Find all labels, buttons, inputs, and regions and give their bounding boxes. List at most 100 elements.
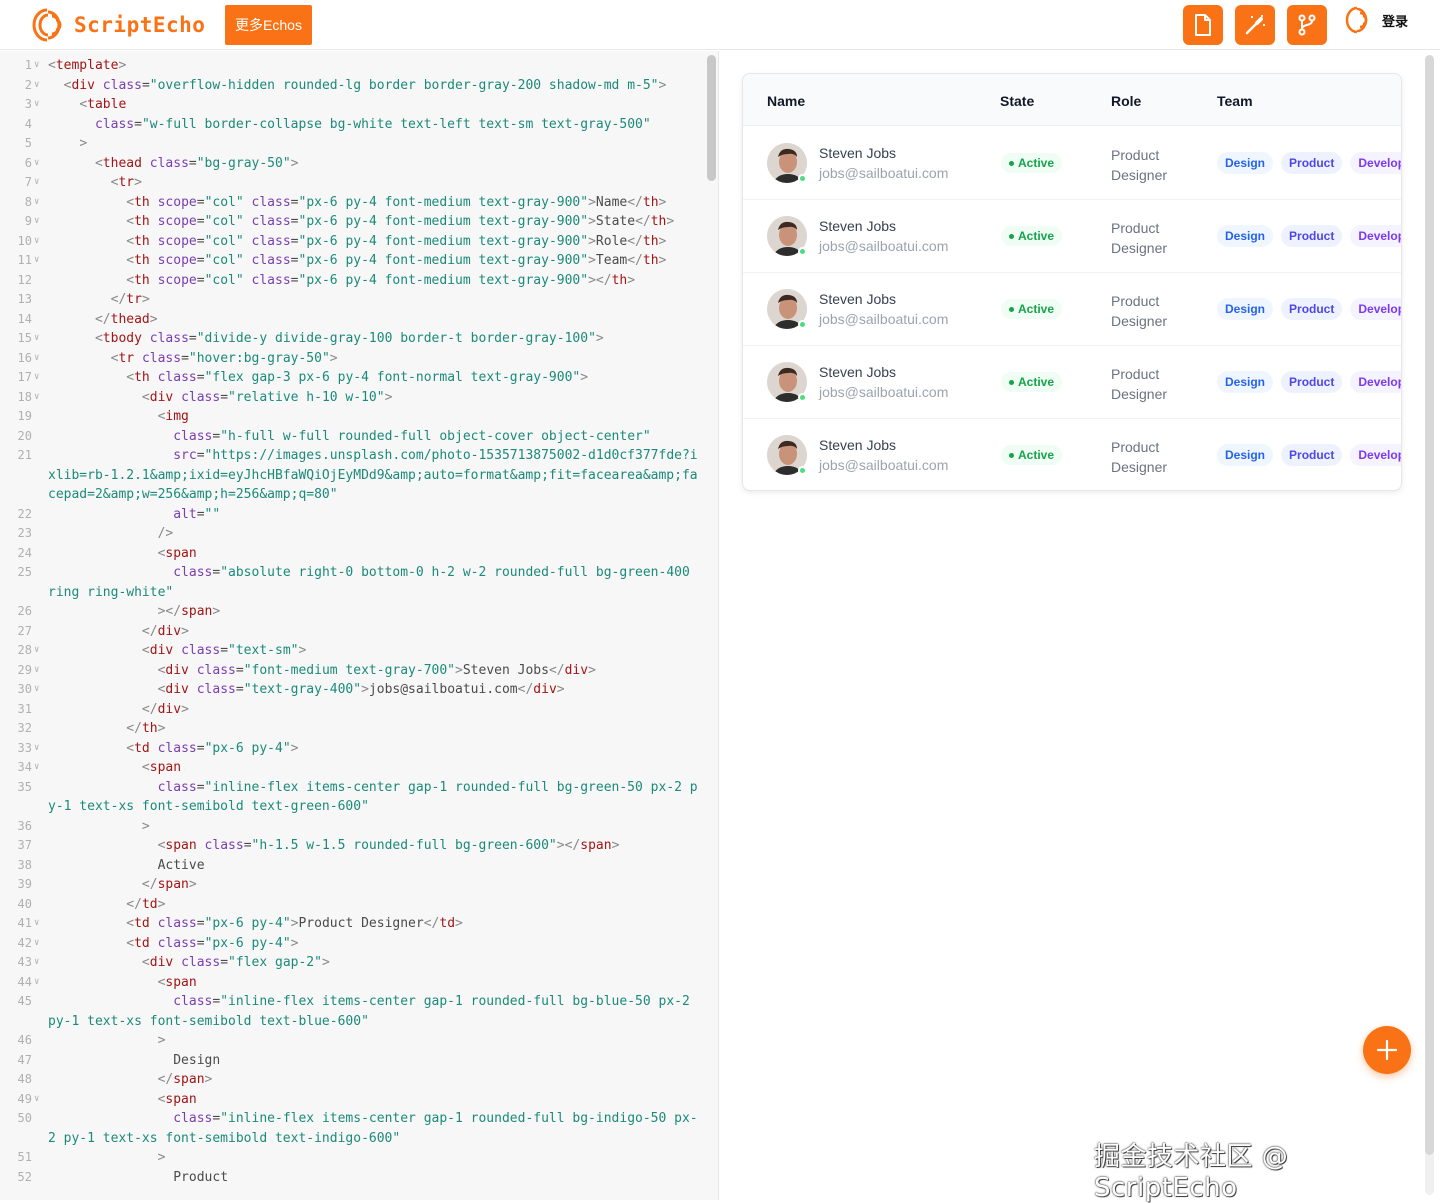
table-row[interactable]: Steven Jobs jobs@sailboatui.com Active Prod… [743,200,1401,273]
code-line[interactable]: 5 > [0,134,705,154]
code-line[interactable]: 2 ∨ <div class="overflow-hidden rounded-l… [0,76,705,96]
table-row[interactable]: Steven Jobs jobs@sailboatui.com Active Prod… [743,346,1401,419]
code-line[interactable]: 52 Product [0,1168,705,1188]
online-status-dot [798,466,807,475]
code-line[interactable]: 26 ></span> [0,602,705,622]
code-line[interactable]: 4 class="w-full border-collapse bg-white… [0,115,705,135]
fold-arrow-icon[interactable]: ∨ [34,914,39,934]
fold-arrow-icon[interactable]: ∨ [34,212,39,232]
code-line[interactable]: 31 </div> [0,700,705,720]
code-line[interactable]: 25 class="absolute right-0 bottom-0 h-2 … [0,563,705,602]
code-line[interactable]: 50 class="inline-flex items-center gap-1… [0,1109,705,1148]
fold-arrow-icon[interactable]: ∨ [34,368,39,388]
code-line[interactable]: 1 ∨ <template> [0,56,705,76]
code-line[interactable]: 33 ∨ <td class="px-6 py-4"> [0,739,705,759]
code-line[interactable]: 44 ∨ <span [0,973,705,993]
code-line[interactable]: 38 Active [0,856,705,876]
code-line[interactable]: 42 ∨ <td class="px-6 py-4"> [0,934,705,954]
code-line[interactable]: 32 </th> [0,719,705,739]
fold-arrow-icon[interactable]: ∨ [34,251,39,271]
code-line[interactable]: 20 class="h-full w-full rounded-full obj… [0,427,705,447]
code-line[interactable]: 34 ∨ <span [0,758,705,778]
code-line[interactable]: 27 </div> [0,622,705,642]
code-line[interactable]: 41 ∨ <td class="px-6 py-4">Product Design… [0,914,705,934]
login-link[interactable]: 登录 [1382,11,1408,30]
fold-arrow-icon[interactable]: ∨ [34,641,39,661]
code-line[interactable]: 6 ∨ <thead class="bg-gray-50"> [0,154,705,174]
code-line[interactable]: 12 <th scope="col" class="px-6 py-4 font… [0,271,705,291]
fold-arrow-icon[interactable]: ∨ [34,173,39,193]
table-row[interactable]: Steven Jobs jobs@sailboatui.com Active Prod… [743,127,1401,200]
line-number: 33 [17,740,32,755]
code-line[interactable]: 19 <img [0,407,705,427]
magic-button[interactable] [1235,5,1275,45]
login-area[interactable]: 登录 [1342,5,1408,35]
fold-arrow-icon[interactable]: ∨ [34,934,39,954]
more-echos-button[interactable]: 更多Echos [225,5,312,45]
code-text: <tr class="hover:bg-gray-50"> [110,350,338,366]
code-line[interactable]: 22 alt="" [0,505,705,525]
code-line[interactable]: 3 ∨ <table [0,95,705,115]
code-line[interactable]: 35 class="inline-flex items-center gap-1… [0,778,705,817]
fold-arrow-icon[interactable]: ∨ [34,232,39,252]
code-line[interactable]: 9 ∨ <th scope="col" class="px-6 py-4 font… [0,212,705,232]
code-line[interactable]: 39 </span> [0,875,705,895]
fold-arrow-icon[interactable]: ∨ [34,76,39,96]
code-line[interactable]: 11 ∨ <th scope="col" class="px-6 py-4 fon… [0,251,705,271]
code-line[interactable]: 14 </thead> [0,310,705,330]
code-line[interactable]: 48 </span> [0,1070,705,1090]
fold-arrow-icon[interactable]: ∨ [34,154,39,174]
fold-arrow-icon[interactable]: ∨ [34,349,39,369]
code-line[interactable]: 28 ∨ <div class="text-sm"> [0,641,705,661]
fork-button[interactable] [1287,5,1327,45]
fold-arrow-icon[interactable]: ∨ [34,329,39,349]
code-line[interactable]: 10 ∨ <th scope="col" class="px-6 py-4 fon… [0,232,705,252]
fold-arrow-icon[interactable]: ∨ [34,680,39,700]
code-line[interactable]: 51 > [0,1148,705,1168]
preview-scrollbar[interactable] [1425,55,1434,1155]
code-line[interactable]: 13 </tr> [0,290,705,310]
code-line[interactable]: 18 ∨ <div class="relative h-10 w-10"> [0,388,705,408]
code-line[interactable]: 37 <span class="h-1.5 w-1.5 rounded-full… [0,836,705,856]
fold-arrow-icon[interactable]: ∨ [34,388,39,408]
code-line[interactable]: 29 ∨ <div class="font-medium text-gray-70… [0,661,705,681]
code-line[interactable]: 17 ∨ <th class="flex gap-3 px-6 py-4 font… [0,368,705,388]
table-row[interactable]: Steven Jobs jobs@sailboatui.com Active Prod… [743,273,1401,346]
code-line[interactable]: 46 > [0,1031,705,1051]
code-line[interactable]: 40 </td> [0,895,705,915]
code-line[interactable]: 30 ∨ <div class="text-gray-400">jobs@sail… [0,680,705,700]
scriptecho-logo[interactable]: ScriptEcho [28,6,205,44]
line-number: 30 [17,682,32,696]
fold-arrow-icon[interactable]: ∨ [34,739,39,759]
code-line[interactable]: 36 > [0,817,705,837]
fold-arrow-icon[interactable]: ∨ [34,95,39,115]
code-line[interactable]: 15 ∨ <tbody class="divide-y divide-gray-1… [0,329,705,349]
code-line[interactable]: 23 /> [0,524,705,544]
fold-arrow-icon[interactable]: ∨ [34,953,39,973]
code-line[interactable]: 24 <span [0,544,705,564]
fold-arrow-icon[interactable]: ∨ [34,193,39,213]
code-line[interactable]: 47 Design [0,1051,705,1071]
code-line[interactable]: 43 ∨ <div class="flex gap-2"> [0,953,705,973]
line-number: 3 [24,97,32,111]
code-editor[interactable]: 1 ∨ <template> 2 ∨ <div class="overflow-hidd… [0,51,719,1200]
status-badge: Active [1001,372,1063,392]
code-line[interactable]: 7 ∨ <tr> [0,173,705,193]
table-row[interactable]: Steven Jobs jobs@sailboatui.com Active Prod… [743,419,1401,490]
code-line[interactable]: 8 ∨ <th scope="col" class="px-6 py-4 font… [0,193,705,213]
fold-arrow-icon[interactable]: ∨ [34,1090,39,1110]
code-content[interactable]: 1 ∨ <template> 2 ∨ <div class="overflow-hidd… [0,56,705,1187]
code-text: <div class="overflow-hidden rounded-lg b… [63,77,667,93]
editor-scrollbar[interactable] [707,55,716,181]
fold-arrow-icon[interactable]: ∨ [34,661,39,681]
code-line[interactable]: 21 src="https://images.unsplash.com/phot… [0,446,705,505]
code-line[interactable]: 45 class="inline-flex items-center gap-1… [0,992,705,1031]
code-line[interactable]: 49 ∨ <span [0,1090,705,1110]
code-line[interactable]: 16 ∨ <tr class="hover:bg-gray-50"> [0,349,705,369]
add-button[interactable] [1363,1026,1411,1074]
fold-arrow-icon[interactable]: ∨ [34,758,39,778]
user-role: Product Designer [1111,147,1168,183]
fold-arrow-icon[interactable]: ∨ [34,56,39,76]
fold-arrow-icon[interactable]: ∨ [34,973,39,993]
new-file-button[interactable] [1183,5,1223,45]
